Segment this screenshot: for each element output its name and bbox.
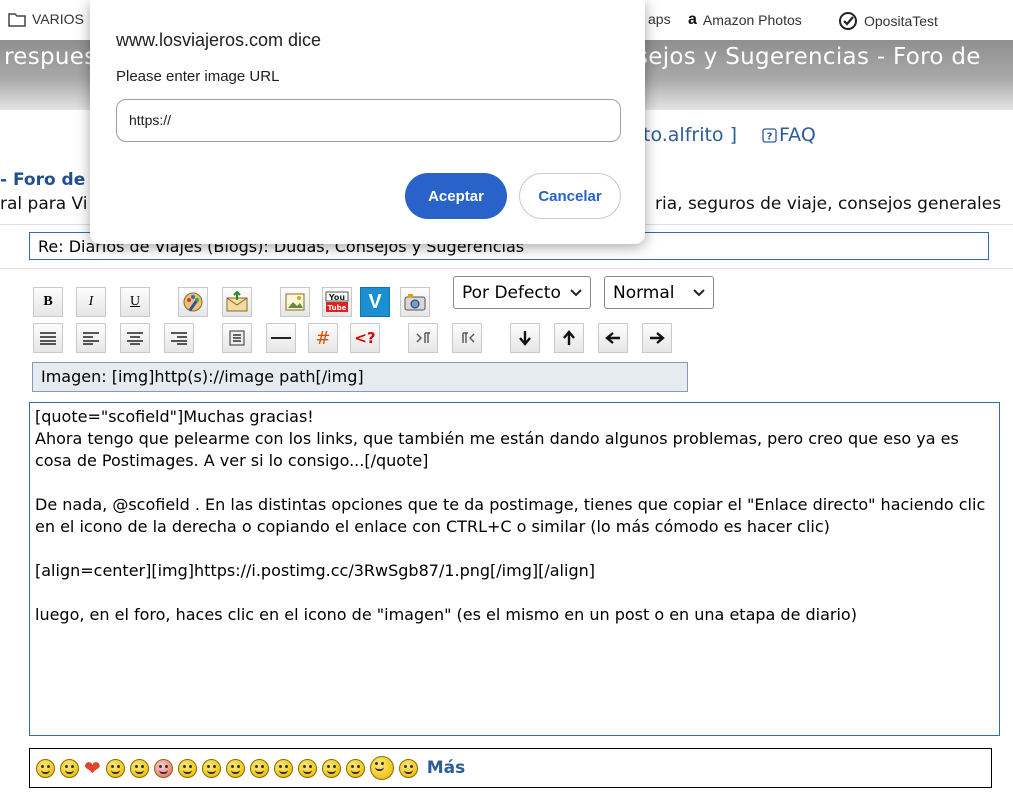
heart-icon[interactable]: ❤ [84, 758, 101, 778]
smiley-icon[interactable] [36, 758, 55, 778]
palette-icon [183, 292, 203, 312]
move-up-button[interactable] [554, 323, 584, 353]
cancel-button[interactable]: Cancelar [519, 173, 621, 219]
smiley-icon[interactable] [177, 758, 197, 778]
rtl-icon [462, 332, 475, 343]
message-textarea[interactable]: [quote="scofield"]Muchas gracias! Ahora … [29, 402, 1000, 736]
font-select-value: Por Defecto [462, 282, 561, 303]
move-down-button[interactable] [510, 323, 540, 353]
code-button[interactable]: # [308, 323, 338, 353]
list-icon [229, 330, 245, 346]
smiley-icon[interactable] [201, 758, 221, 778]
smiley-icon[interactable] [321, 758, 341, 778]
bookmark-opositatest[interactable]: OpositaTest [838, 11, 938, 31]
svg-text:You: You [328, 293, 346, 302]
size-select-value: Normal [613, 282, 675, 303]
email-button[interactable] [222, 287, 252, 317]
help-icon: ? [762, 127, 777, 143]
page-title-left: respues [4, 44, 97, 70]
more-smilies-link[interactable]: Más [427, 758, 466, 778]
align-justify-icon [40, 332, 56, 345]
move-left-button[interactable] [598, 323, 628, 353]
page-title-right: sejos y Sugerencias - Foro de [636, 44, 981, 70]
forum-title[interactable]: - Foro de [0, 170, 85, 190]
youtube-button[interactable]: You Tube [322, 287, 352, 317]
php-button[interactable]: <? [350, 323, 380, 353]
rtl-button[interactable] [452, 323, 482, 353]
forum-description-left: ral para Vi [0, 194, 88, 214]
image-url-input[interactable]: https:// [116, 99, 621, 142]
bookmark-label: aps [648, 11, 671, 27]
size-select[interactable]: Normal [604, 276, 714, 309]
amazon-icon: a [688, 11, 697, 28]
check-circle-icon [839, 12, 857, 30]
align-right-icon [171, 332, 187, 345]
align-left-icon [83, 332, 99, 345]
envelope-icon [226, 291, 248, 312]
image-button[interactable] [280, 287, 310, 317]
camera-button[interactable] [400, 287, 430, 317]
smiley-icon[interactable] [225, 758, 245, 778]
youtube-icon: You Tube [325, 291, 349, 312]
justify-button[interactable] [33, 323, 63, 353]
smiley-icon[interactable] [297, 758, 317, 778]
ltr-icon [416, 332, 430, 343]
align-center-button[interactable] [120, 323, 150, 353]
bookmark-label: VARIOS [32, 11, 84, 27]
dialog-message: Please enter image URL [116, 68, 280, 85]
arrow-right-icon [650, 332, 665, 344]
font-select[interactable]: Por Defecto [453, 276, 591, 309]
camera-icon [404, 294, 426, 311]
bbcode-help-line: Imagen: [img]http(s)://image path[/img] [32, 362, 688, 392]
divider [0, 268, 1013, 269]
accept-button[interactable]: Aceptar [405, 173, 507, 219]
arrow-down-icon [519, 331, 531, 346]
bookmark-label: OpositaTest [864, 13, 938, 29]
bookmark-maps[interactable]: aps [648, 11, 671, 27]
align-center-icon [127, 332, 143, 345]
smilies-bar: ❤ Más [29, 748, 992, 788]
bold-button[interactable]: B [33, 287, 63, 317]
underline-button[interactable]: U [120, 287, 150, 317]
smiley-icon[interactable] [129, 758, 149, 778]
user-link[interactable]: to.alfrito ] [643, 124, 737, 146]
smiley-icon[interactable] [105, 758, 125, 778]
smiley-icon[interactable] [249, 758, 269, 778]
color-button[interactable] [178, 287, 208, 317]
smiley-icon[interactable] [345, 758, 365, 778]
align-left-button[interactable] [76, 323, 106, 353]
arrow-left-icon [605, 332, 620, 344]
smiley-icon[interactable] [273, 758, 293, 778]
bookmark-label: Amazon Photos [702, 12, 802, 28]
bookmark-amazon-photos[interactable]: a Amazon Photos [688, 11, 802, 29]
ltr-button[interactable] [408, 323, 438, 353]
vimeo-button[interactable]: V [360, 287, 390, 317]
smiley-icon[interactable] [153, 758, 173, 778]
horizontal-rule-button[interactable] [266, 323, 296, 353]
bookmark-varios[interactable]: VARIOS [8, 11, 84, 27]
folder-icon [8, 12, 26, 27]
list-button[interactable] [222, 323, 252, 353]
prompt-dialog: www.losviajeros.com dice Please enter im… [90, 0, 645, 244]
smiley-icon[interactable] [60, 758, 79, 778]
forum-description-right: ria, seguros de viaje, consejos generale… [655, 194, 1002, 214]
picture-icon [285, 293, 305, 311]
align-right-button[interactable] [164, 323, 194, 353]
smiley-icon[interactable] [398, 758, 418, 778]
vimeo-icon: V [368, 290, 382, 313]
svg-text:Tube: Tube [328, 304, 347, 312]
horizontal-rule-icon [271, 337, 291, 339]
arrow-up-icon [563, 330, 575, 345]
dialog-title: www.losviajeros.com dice [116, 30, 322, 50]
chevron-down-icon [693, 288, 705, 296]
smiley-icon[interactable] [369, 756, 394, 780]
faq-label: FAQ [779, 124, 816, 146]
svg-text:?: ? [767, 131, 773, 142]
italic-button[interactable]: I [76, 287, 106, 317]
move-right-button[interactable] [642, 323, 672, 353]
chevron-down-icon [570, 288, 582, 296]
faq-link[interactable]: ? FAQ [762, 124, 816, 146]
